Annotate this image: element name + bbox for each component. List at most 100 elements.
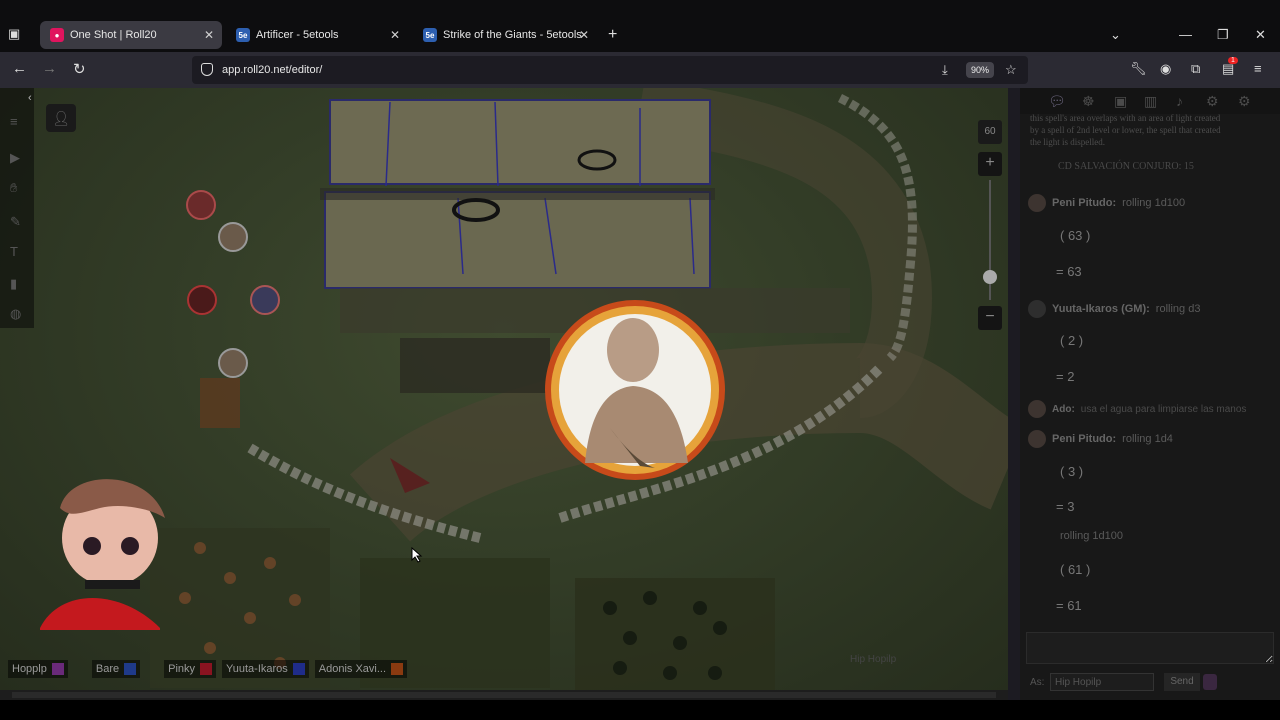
zoom-value: 60 bbox=[978, 120, 1002, 144]
library-tab-icon[interactable]: ▥ bbox=[1144, 93, 1157, 110]
chat-text: rolling d3 bbox=[1155, 303, 1201, 315]
new-tab-button[interactable]: + bbox=[608, 26, 617, 44]
emote-icon[interactable] bbox=[1203, 674, 1217, 690]
restore-button[interactable]: ❐ bbox=[1217, 27, 1229, 43]
address-bar[interactable]: app.roll20.net/editor/ ⤓ 90% ☆ bbox=[192, 56, 1028, 84]
chat-author: Peni Pitudo: bbox=[1052, 433, 1117, 445]
5etools-favicon-icon: 5e bbox=[423, 28, 437, 42]
browser-window: ▣ ● One Shot | Roll20 ✕ 5e Artificer - 5… bbox=[0, 0, 1280, 720]
map-artwork bbox=[40, 88, 1008, 690]
tabletop-map[interactable]: Hip Hopilp bbox=[0, 88, 1008, 690]
player-entry[interactable]: Bare bbox=[91, 660, 141, 678]
roll-result: = 3 bbox=[1056, 499, 1075, 514]
scrollbar-thumb[interactable] bbox=[12, 692, 996, 698]
close-tab-icon[interactable]: ✕ bbox=[390, 28, 400, 42]
tab-title: Artificer - 5etools bbox=[256, 29, 339, 41]
sidebar-tabs: 💬︎ ☸ ▣ ▥ ♪ ⚙ ⚙ bbox=[1020, 88, 1280, 114]
bottom-strip bbox=[0, 700, 1280, 720]
player-entry[interactable]: Pinky bbox=[164, 660, 217, 678]
player-bar: Hopplp Bare Pinky Yuuta-Ikaros Adonis Xa… bbox=[8, 660, 408, 678]
chat-author: Ado: bbox=[1052, 403, 1075, 415]
journal-tab-icon[interactable]: ▣ bbox=[1114, 93, 1127, 110]
url-text[interactable]: app.roll20.net/editor/ bbox=[222, 64, 322, 76]
chat-message: Peni Pitudo: rolling 1d100 bbox=[1028, 194, 1185, 212]
minimize-button[interactable]: — bbox=[1179, 27, 1192, 42]
jukebox-tab-icon[interactable]: ♪ bbox=[1176, 93, 1183, 109]
player-name: Yuuta-Ikaros bbox=[226, 663, 288, 675]
tab-artificer[interactable]: 5e Artificer - 5etools ✕ bbox=[226, 21, 408, 49]
5etools-favicon-icon: 5e bbox=[236, 28, 250, 42]
chat-author: Peni Pitudo: bbox=[1052, 197, 1117, 209]
speaking-as-select[interactable]: Hip Hopilp bbox=[1050, 673, 1154, 691]
zoom-in-button[interactable]: + bbox=[978, 152, 1002, 176]
zoom-out-button[interactable]: − bbox=[978, 306, 1002, 330]
save-dc: CD SALVACIÓN CONJURO: 15 bbox=[1058, 161, 1194, 172]
roll-result: = 61 bbox=[1056, 598, 1082, 613]
nav-toolbar: ← → ↻ app.roll20.net/editor/ ⤓ 90% ☆ 🔧︎ … bbox=[0, 52, 1280, 88]
roll-result-box: ( 63 ) bbox=[1060, 228, 1091, 243]
close-tab-icon[interactable]: ✕ bbox=[204, 28, 214, 42]
tab-strike-of-the-giants[interactable]: 5e Strike of the Giants - 5etools ✕ bbox=[413, 21, 597, 49]
roll-result-box: ( 61 ) bbox=[1060, 562, 1091, 577]
download-icon[interactable]: ⤓ bbox=[942, 62, 948, 78]
tab-list-icon[interactable]: ▣ bbox=[8, 26, 26, 44]
tools-wrench-icon[interactable]: 🔧︎ bbox=[1130, 61, 1147, 77]
spell-description: this spell's area overlaps with an area … bbox=[1030, 113, 1221, 147]
zoom-slider-handle[interactable] bbox=[983, 270, 997, 284]
close-window-button[interactable]: ✕ bbox=[1255, 27, 1266, 43]
avatar bbox=[1028, 430, 1046, 448]
player-name: Bare bbox=[95, 663, 120, 675]
avatar bbox=[1028, 194, 1046, 212]
reload-button[interactable]: ↻ bbox=[73, 60, 86, 78]
player-entry[interactable]: Yuuta-Ikaros bbox=[222, 660, 309, 678]
list-all-tabs-icon[interactable]: ⌄ bbox=[1110, 27, 1121, 43]
roll-result: = 2 bbox=[1056, 369, 1075, 384]
menu-icon[interactable]: ≡ bbox=[10, 114, 18, 129]
player-entry[interactable]: Hopplp bbox=[8, 660, 68, 678]
collapse-arrow-icon[interactable]: ‹ bbox=[28, 92, 32, 104]
chat-message: Yuuta-Ikaros (GM): rolling d3 bbox=[1028, 300, 1200, 318]
ruler-tool-icon[interactable]: ▮ bbox=[10, 276, 17, 292]
player-list-icon[interactable]: 👤︎ bbox=[46, 104, 76, 132]
roll20-favicon-icon: ● bbox=[50, 28, 64, 42]
account-icon[interactable]: ◉ bbox=[1160, 61, 1171, 77]
fog-tool-icon[interactable]: ◍ bbox=[10, 306, 21, 322]
extension-badge: 1 bbox=[1228, 57, 1238, 64]
player-name: Adonis Xavi... bbox=[318, 663, 387, 675]
draw-tool-icon[interactable]: ✎ bbox=[10, 214, 21, 230]
collection-tab-icon[interactable]: ⚙ bbox=[1206, 93, 1219, 110]
avatar bbox=[1028, 300, 1046, 318]
text-tool-icon[interactable]: T bbox=[10, 244, 18, 259]
shield-icon[interactable] bbox=[201, 63, 213, 76]
player-color-swatch bbox=[200, 663, 213, 675]
left-toolbar: ≡ ▶ ✋︎ ✎ T ▮ ◍ bbox=[0, 88, 34, 328]
chat-input[interactable] bbox=[1026, 632, 1274, 664]
settings-tab-icon[interactable]: ⚙ bbox=[1238, 93, 1251, 110]
chat-author: Yuuta-Ikaros (GM): bbox=[1052, 303, 1150, 315]
player-color-swatch bbox=[391, 663, 404, 675]
send-button[interactable]: Send bbox=[1164, 673, 1200, 691]
bookmark-star-icon[interactable]: ☆ bbox=[1005, 62, 1017, 78]
close-tab-icon[interactable]: ✕ bbox=[579, 28, 589, 42]
chat-tab-icon[interactable]: 💬︎ bbox=[1048, 93, 1066, 110]
player-color-swatch bbox=[124, 663, 137, 675]
pan-tool-icon[interactable]: ✋︎ bbox=[10, 180, 17, 196]
avatar bbox=[1028, 400, 1046, 418]
zoom-level-badge[interactable]: 90% bbox=[966, 62, 995, 78]
extensions-icon[interactable]: ⧉ bbox=[1191, 61, 1200, 77]
menu-icon[interactable]: ≡ bbox=[1254, 61, 1262, 76]
horizontal-scrollbar[interactable] bbox=[0, 690, 1008, 700]
back-button[interactable]: ← bbox=[12, 60, 27, 77]
chat-text: rolling 1d100 bbox=[1122, 197, 1186, 209]
select-tool-icon[interactable]: ▶ bbox=[10, 150, 20, 166]
player-entry[interactable]: Adonis Xavi... bbox=[314, 660, 408, 678]
chat-message: Ado: usa el agua para limpiarse las manos bbox=[1028, 400, 1246, 418]
forward-button[interactable]: → bbox=[42, 60, 57, 77]
chat-message: Peni Pitudo: rolling 1d4 bbox=[1028, 430, 1173, 448]
compendium-tab-icon[interactable]: ☸ bbox=[1082, 93, 1095, 110]
roll-result-box: ( 2 ) bbox=[1060, 333, 1084, 348]
player-name: Pinky bbox=[168, 663, 196, 675]
tab-roll20[interactable]: ● One Shot | Roll20 ✕ bbox=[40, 21, 222, 49]
map-watermark: Hip Hopilp bbox=[850, 654, 897, 665]
tab-title: Strike of the Giants - 5etools bbox=[443, 29, 582, 41]
